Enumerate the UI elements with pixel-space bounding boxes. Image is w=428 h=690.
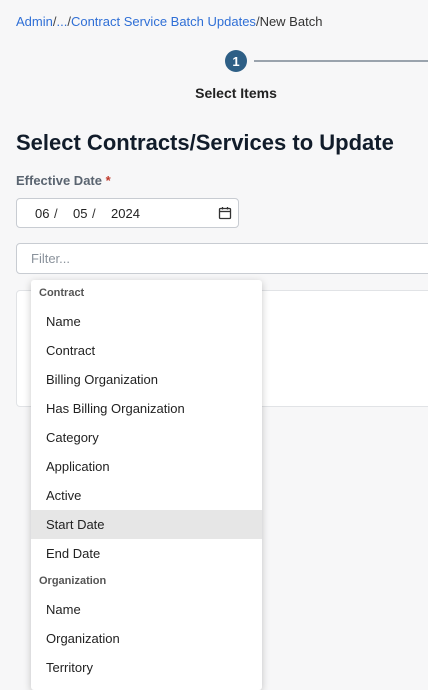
effective-date-label-text: Effective Date xyxy=(16,173,102,188)
filter-input[interactable] xyxy=(16,243,428,274)
dropdown-option[interactable]: Active xyxy=(31,481,262,510)
required-marker: * xyxy=(105,173,111,188)
breadcrumb-ellipsis-link[interactable]: ... xyxy=(56,14,67,29)
date-year-segment[interactable]: 2024 xyxy=(111,206,140,221)
step-label: Select Items xyxy=(195,85,277,101)
date-separator: / xyxy=(92,206,96,221)
dropdown-option[interactable]: Name xyxy=(31,595,262,624)
dropdown-option[interactable]: Application xyxy=(31,452,262,481)
effective-date-label: Effective Date * xyxy=(16,173,111,188)
dropdown-option[interactable]: Billing Organization xyxy=(31,365,262,394)
dropdown-group-header: Organization xyxy=(39,575,107,587)
breadcrumb-batch-updates-link[interactable]: Contract Service Batch Updates xyxy=(71,14,256,29)
date-day-segment[interactable]: 05 xyxy=(73,206,87,221)
calendar-icon[interactable] xyxy=(218,206,232,220)
breadcrumb: Admin/.../Contract Service Batch Updates… xyxy=(16,14,322,29)
stepper: 1 Select Items xyxy=(0,50,428,110)
effective-date-input[interactable]: 06 / 05 / 2024 xyxy=(16,198,239,228)
dropdown-option[interactable]: Contract xyxy=(31,336,262,365)
step-connector-line xyxy=(254,60,428,62)
dropdown-option[interactable]: Organization xyxy=(31,624,262,653)
page-title: Select Contracts/Services to Update xyxy=(16,130,394,155)
filter-field-dropdown[interactable]: Contract Name Contract Billing Organizat… xyxy=(31,280,262,690)
dropdown-option[interactable]: Has Billing Organization xyxy=(31,394,262,423)
dropdown-group-header: Contract xyxy=(39,287,85,299)
dropdown-option[interactable]: Territory xyxy=(31,653,262,682)
date-separator: / xyxy=(54,206,58,221)
breadcrumb-current: New Batch xyxy=(259,14,323,29)
dropdown-option[interactable]: Name xyxy=(31,307,262,336)
dropdown-option[interactable]: Category xyxy=(31,423,262,452)
date-month-segment[interactable]: 06 xyxy=(35,206,49,221)
dropdown-option[interactable]: End Date xyxy=(31,539,262,568)
step-number-badge[interactable]: 1 xyxy=(225,50,247,72)
breadcrumb-admin-link[interactable]: Admin xyxy=(16,14,53,29)
dropdown-option-highlighted[interactable]: Start Date xyxy=(31,510,262,539)
